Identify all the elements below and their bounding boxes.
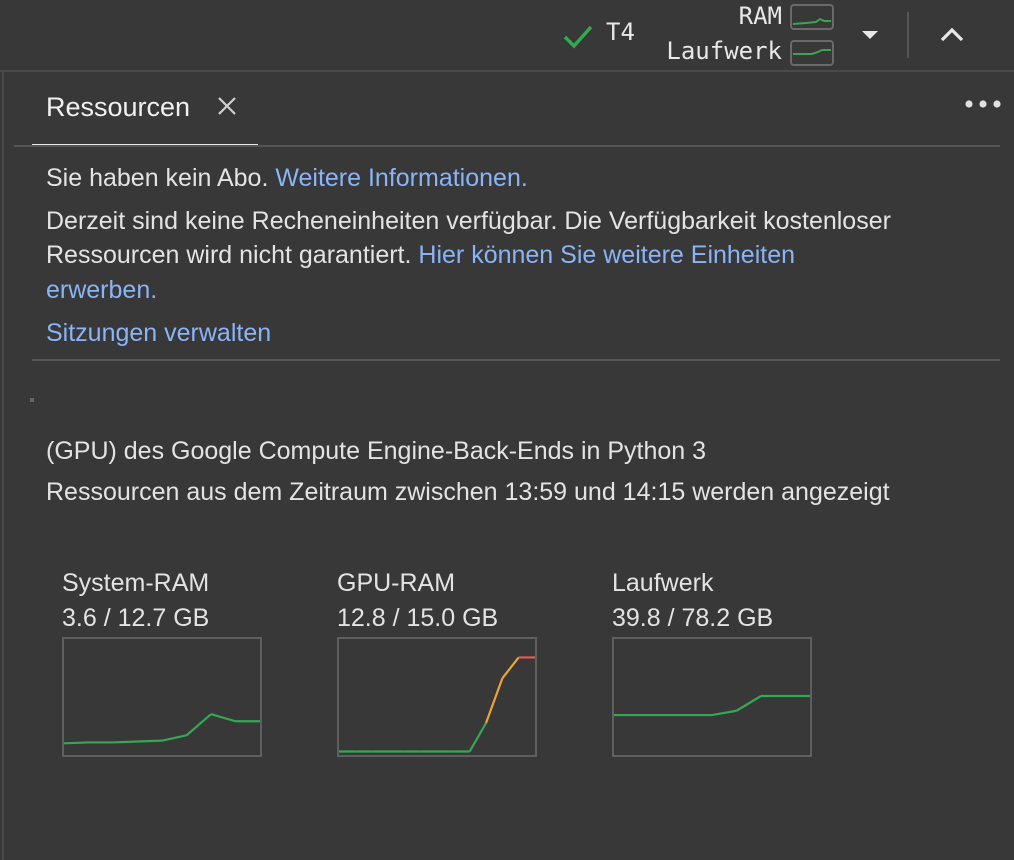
chart-gpu-ram [337,637,537,757]
buy-units-link[interactable]: Hier können Sie weitere Einheiten [418,241,795,269]
chart-gpu-ram-svg [339,656,535,753]
metric-title-gpu-ram: GPU-RAM [337,569,456,597]
chart-line-segment [735,695,762,712]
panel-left-border [2,72,4,860]
section-divider [32,359,1000,361]
chart-disk-svg [614,694,810,717]
caret-down-icon[interactable] [858,26,882,44]
units-info-line1: Derzeit sind keine Recheneinheiten verfü… [46,207,891,235]
runtime-toolbar: T4 RAM Laufwerk [0,0,1014,72]
chart-line-segment [711,709,737,717]
manage-sessions-link[interactable]: Sitzungen verwalten [46,319,271,347]
subscription-text: Sie haben kein Abo. [46,164,269,192]
tab-divider [14,145,1000,147]
chart-system-ram-svg [64,713,260,745]
chart-line-segment [64,741,89,745]
check-icon [563,25,593,49]
disk-sparkline-icon[interactable] [790,40,834,66]
chart-disk [612,637,812,757]
ram-sparkline-icon[interactable] [790,4,834,30]
buy-units-link-cont[interactable]: erwerben. [46,276,157,304]
subscription-info: Sie haben kein Abo. Weitere Informatione… [46,164,528,193]
chart-line-segment [484,677,504,724]
toolbar-divider [907,12,909,58]
chart-system-ram [62,637,262,757]
chart-line-segment [137,739,163,743]
metric-value-gpu-ram: 12.8 / 15.0 GB [337,604,499,632]
metric-title-system-ram: System-RAM [62,569,210,597]
backend-info: (GPU) des Google Compute Engine-Back-End… [46,437,707,465]
disk-meter-label[interactable]: Laufwerk [622,37,782,65]
manage-sessions-row: Sitzungen verwalten [46,319,271,348]
units-info-text: Ressourcen wird nicht garantiert. [46,241,412,269]
time-range-info: Ressourcen aus dem Zeitraum zwischen 13:… [46,478,890,506]
tab-label: Ressourcen [46,92,191,122]
more-info-link[interactable]: Weitere Informationen. [275,164,527,192]
chart-line-segment [185,713,212,737]
metric-value-system-ram: 3.6 / 12.7 GB [62,604,210,632]
chevron-up-icon[interactable] [936,20,968,50]
chart-line-segment [468,722,487,753]
chart-line-segment [112,740,138,744]
units-info-line3: erwerben. [46,276,157,305]
close-icon[interactable] [216,95,238,117]
ram-meter-label[interactable]: RAM [622,2,782,30]
units-info-line2: Ressourcen wird nicht garantiert. Hier k… [46,241,795,270]
chart-line-segment [161,734,187,742]
more-horizontal-icon[interactable] [963,96,1003,112]
metric-value-disk: 39.8 / 78.2 GB [612,604,774,632]
chart-line-segment [501,656,520,680]
tab-resources[interactable]: Ressourcen [32,86,258,147]
tiny-marker [30,398,34,402]
chart-line-segment [210,713,236,723]
metric-title-disk: Laufwerk [612,569,714,597]
